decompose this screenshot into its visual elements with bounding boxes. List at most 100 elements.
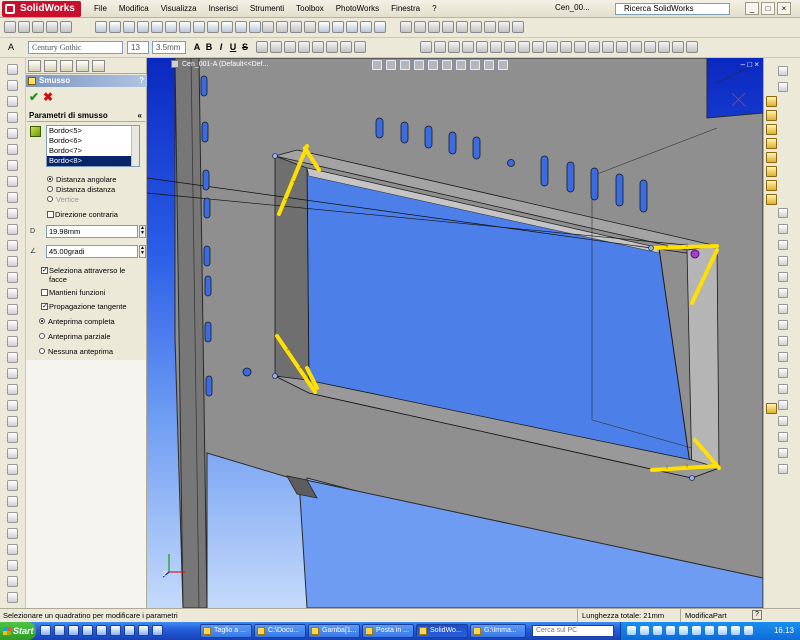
extrude-boss-icon[interactable] <box>7 64 18 75</box>
menu-strumenti[interactable]: Strumenti <box>244 0 290 18</box>
solidworks-resources-icon[interactable] <box>766 96 777 107</box>
search-solidworks-input[interactable]: Ricerca SolidWorks <box>615 3 730 15</box>
ok-checkmark-icon[interactable]: ✔ <box>29 90 39 104</box>
tray-volume-icon[interactable] <box>640 626 649 635</box>
new-document-icon[interactable] <box>400 21 412 33</box>
align-right-icon[interactable] <box>284 41 296 53</box>
outdent-icon[interactable] <box>326 41 338 53</box>
top-view-icon[interactable] <box>151 21 163 33</box>
chamfer-sketch-icon[interactable] <box>644 41 656 53</box>
distance-input[interactable]: 19.98mm <box>46 225 138 238</box>
radio-partial-preview[interactable]: Anteprima parziale <box>39 332 111 341</box>
chamfer-icon[interactable] <box>7 176 18 187</box>
appearances-icon[interactable] <box>766 166 777 177</box>
curves-icon[interactable] <box>7 336 18 347</box>
front-view-icon[interactable] <box>95 21 107 33</box>
rotate-entities-icon[interactable] <box>532 41 544 53</box>
revolve-boss-icon[interactable] <box>7 80 18 91</box>
tray-safe-remove-icon[interactable] <box>731 626 740 635</box>
apply-scene-icon[interactable] <box>484 60 494 70</box>
smart-dimension-icon[interactable] <box>18 21 30 33</box>
isometric-view-icon[interactable] <box>179 21 191 33</box>
print-icon[interactable] <box>442 21 454 33</box>
collapse-chevron-icon[interactable]: « <box>138 110 142 122</box>
display-style-icon[interactable] <box>442 60 452 70</box>
menu-toolbox[interactable]: Toolbox <box>290 0 330 18</box>
hide-show-items-icon[interactable] <box>456 60 466 70</box>
tray-network-icon[interactable] <box>627 626 636 635</box>
view-orientation-icon[interactable] <box>428 60 438 70</box>
linear-pattern-icon[interactable] <box>7 256 18 267</box>
split-icon[interactable] <box>7 528 18 539</box>
internet-explorer-icon[interactable] <box>54 625 65 636</box>
tray-antivirus-icon[interactable] <box>653 626 662 635</box>
combine-icon[interactable] <box>7 496 18 507</box>
offset-entities-icon[interactable] <box>462 41 474 53</box>
sketch-fillet-icon[interactable] <box>778 320 788 330</box>
text-height-input[interactable]: 3.5mm <box>152 41 186 54</box>
loft-icon[interactable] <box>7 112 18 123</box>
menu-finestra[interactable]: Finestra <box>385 0 426 18</box>
taskbar-item-active[interactable]: SolidWo... <box>416 624 468 638</box>
previous-view-icon[interactable] <box>400 60 410 70</box>
sketch-pattern-icon[interactable] <box>778 400 788 410</box>
font-size-select[interactable]: 13 <box>127 41 149 54</box>
convert-entities-icon[interactable] <box>504 41 516 53</box>
media-player-icon[interactable] <box>68 625 79 636</box>
hidden-lines-icon[interactable] <box>332 21 344 33</box>
two-view-icon[interactable] <box>249 21 261 33</box>
pm-help-icon[interactable]: ? <box>139 75 144 87</box>
extend-entities-icon[interactable] <box>490 41 502 53</box>
view-settings-icon[interactable] <box>498 60 508 70</box>
more-features-icon[interactable] <box>7 576 18 587</box>
flex-icon[interactable] <box>7 400 18 411</box>
shaded-icon[interactable] <box>360 21 372 33</box>
sketch-ellipse-icon[interactable] <box>778 272 788 282</box>
move-entities-icon[interactable] <box>518 41 530 53</box>
reference-plane-icon[interactable] <box>7 304 18 315</box>
bold-button[interactable]: B <box>204 42 214 53</box>
design-library-icon[interactable] <box>766 110 777 121</box>
file-explorer-icon[interactable] <box>766 124 777 135</box>
instant3d-icon[interactable] <box>7 560 18 571</box>
explorer-icon[interactable] <box>110 625 121 636</box>
font-dialog-icon[interactable]: A <box>192 42 202 53</box>
minimize-icon[interactable]: _ <box>745 2 759 15</box>
zoom-fit-icon[interactable] <box>262 21 274 33</box>
toolbar-handle-icon[interactable] <box>778 66 788 76</box>
desktop-search-input[interactable]: Cerca sul PC <box>532 625 614 637</box>
view-palette-icon[interactable] <box>766 152 777 163</box>
sketch-plane-icon[interactable] <box>778 432 788 442</box>
undo-icon[interactable] <box>456 21 468 33</box>
font-select[interactable]: Century Gothic <box>28 41 123 54</box>
shaded-edges-icon[interactable] <box>346 21 358 33</box>
property-manager-tab-icon[interactable] <box>44 60 57 72</box>
radio-no-preview[interactable]: Nessuna anteprima <box>39 347 113 356</box>
configuration-manager-tab-icon[interactable] <box>60 60 73 72</box>
radio-full-preview[interactable]: Anteprima completa <box>39 317 115 326</box>
show-desktop-icon[interactable] <box>40 625 51 636</box>
move-face-icon[interactable] <box>7 480 18 491</box>
trimetric-view-icon[interactable] <box>193 21 205 33</box>
edge-list-scrollbar[interactable] <box>131 126 139 166</box>
align-left-icon[interactable] <box>256 41 268 53</box>
feature-manager-tab-icon[interactable] <box>28 60 41 72</box>
document-recovery-icon[interactable] <box>766 194 777 205</box>
viewport-restore-icon[interactable]: □ <box>747 60 752 69</box>
centerline-icon[interactable] <box>616 41 628 53</box>
save-icon[interactable] <box>428 21 440 33</box>
extrude-cut-icon[interactable] <box>7 128 18 139</box>
section-view-icon[interactable] <box>374 21 386 33</box>
edges-selection-list[interactable]: Bordo<5> Bordo<6> Bordo<7> Bordo<8> <box>46 125 140 167</box>
line-color-icon[interactable] <box>340 41 352 53</box>
resource-folder-icon[interactable] <box>766 403 777 414</box>
select-icon[interactable] <box>484 21 496 33</box>
spline-icon[interactable] <box>588 41 600 53</box>
fillet-icon[interactable] <box>7 160 18 171</box>
display-manager-tab-icon[interactable] <box>92 60 105 72</box>
start-button[interactable]: Start <box>0 622 36 640</box>
sweep-icon[interactable] <box>7 96 18 107</box>
paint-icon[interactable] <box>138 625 149 636</box>
wrap-icon[interactable] <box>7 384 18 395</box>
revolve-cut-icon[interactable] <box>7 144 18 155</box>
